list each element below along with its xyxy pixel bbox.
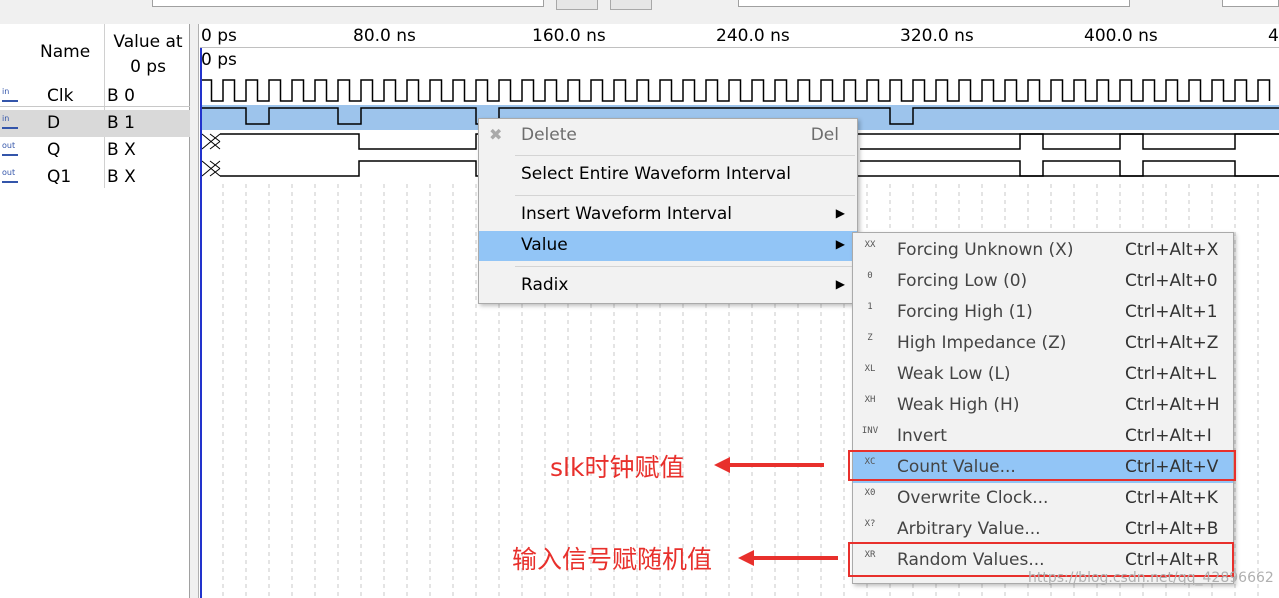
unknown-hatch-icon [201,160,221,177]
q-waveform-tail [860,133,1279,150]
menu-item-insert-waveform-interval[interactable]: Insert Waveform Interval ▶ [479,200,857,230]
overwrite-clock-icon: X0 [864,488,876,498]
menu-separator [515,195,855,196]
signal-row-d[interactable]: in D B 1 [0,110,190,137]
submenu-arrow-icon: ▶ [835,237,845,251]
signal-list-panel: Name Value at 0 ps in Clk B 0 in D B 1 o… [0,24,190,598]
time-cursor[interactable] [200,48,202,598]
submenu-item-overwrite-clock[interactable]: X0 Overwrite Clock... Ctrl+Alt+K [853,483,1233,514]
forcing-low-icon: 0 [867,271,873,281]
annotation-arrow-icon [738,550,838,566]
toolbar-field-far-right[interactable] [1222,0,1279,7]
toolbar-button-2[interactable] [610,0,652,10]
submenu-item-forcing-high[interactable]: 1 Forcing High (1) Ctrl+Alt+1 [853,297,1233,328]
signal-value: B X [107,167,136,187]
signal-name: Q [47,140,61,160]
output-pin-icon: out [2,142,22,159]
submenu-item-arbitrary-value[interactable]: X? Arbitrary Value... Ctrl+Alt+B [853,514,1233,545]
menu-separator [515,155,855,156]
annotation-box-count-value [848,450,1236,481]
submenu-item-invert[interactable]: INV Invert Ctrl+Alt+I [853,421,1233,452]
submenu-arrow-icon: ▶ [835,277,845,291]
submenu-item-high-impedance[interactable]: Z High Impedance (Z) Ctrl+Alt+Z [853,328,1233,359]
signal-name: D [47,113,61,133]
menu-item-value[interactable]: Value ▶ [479,231,857,261]
clk-waveform [200,79,1271,102]
annotation-arrow-icon [714,457,824,473]
weak-low-icon: XL [864,364,876,374]
signal-row-q1[interactable]: out Q1 B X [0,164,190,191]
value-column-header[interactable]: Value at 0 ps [108,30,188,80]
signal-name: Clk [47,86,74,106]
forcing-high-icon: 1 [867,302,873,312]
weak-high-icon: XH [864,395,876,405]
toolbar-field-left[interactable] [152,0,544,7]
delete-icon: ✖ [489,125,503,144]
signal-row-clk[interactable]: in Clk B 0 [0,83,190,110]
annotation-random-note: 输入信号赋随机值 [512,545,713,574]
unknown-hatch-icon [201,133,221,150]
submenu-item-forcing-low[interactable]: 0 Forcing Low (0) Ctrl+Alt+0 [853,266,1233,297]
output-pin-icon: out [2,169,22,186]
menu-item-select-entire-waveform-interval[interactable]: Select Entire Waveform Interval [479,160,857,190]
high-impedance-icon: Z [867,333,873,343]
invert-icon: INV [861,426,879,436]
signal-value: B X [107,140,136,160]
toolbar-button-1[interactable] [556,0,598,10]
value-submenu: XX Forcing Unknown (X) Ctrl+Alt+X 0 Forc… [852,232,1234,584]
context-menu: ✖ Delete Del Select Entire Waveform Inte… [478,118,858,304]
input-pin-icon: in [2,115,22,132]
annotation-clock-note: slk时钟赋值 [550,453,685,482]
watermark: https://blog.csdn.net/qq_42896662 [1028,570,1274,586]
arbitrary-value-icon: X? [864,519,876,529]
signal-value: B 0 [107,86,135,106]
submenu-item-weak-low[interactable]: XL Weak Low (L) Ctrl+Alt+L [853,359,1233,390]
signal-value: B 1 [107,113,135,133]
input-pin-icon: in [2,88,22,105]
menu-item-radix[interactable]: Radix ▶ [479,271,857,301]
q1-waveform-tail [860,160,1279,177]
menu-separator [515,266,855,267]
menu-item-delete[interactable]: ✖ Delete Del [479,121,857,151]
submenu-item-forcing-unknown[interactable]: XX Forcing Unknown (X) Ctrl+Alt+X [853,235,1233,266]
name-column-header[interactable]: Name [40,42,90,62]
toolbar-field-right[interactable] [738,0,1130,7]
toolbar [0,0,1279,24]
forcing-unknown-icon: XX [864,240,876,250]
submenu-item-weak-high[interactable]: XH Weak High (H) Ctrl+Alt+H [853,390,1233,421]
signal-name: Q1 [47,167,72,187]
submenu-arrow-icon: ▶ [835,206,845,220]
signal-row-q[interactable]: out Q B X [0,137,190,164]
panel-splitter[interactable] [190,24,199,598]
